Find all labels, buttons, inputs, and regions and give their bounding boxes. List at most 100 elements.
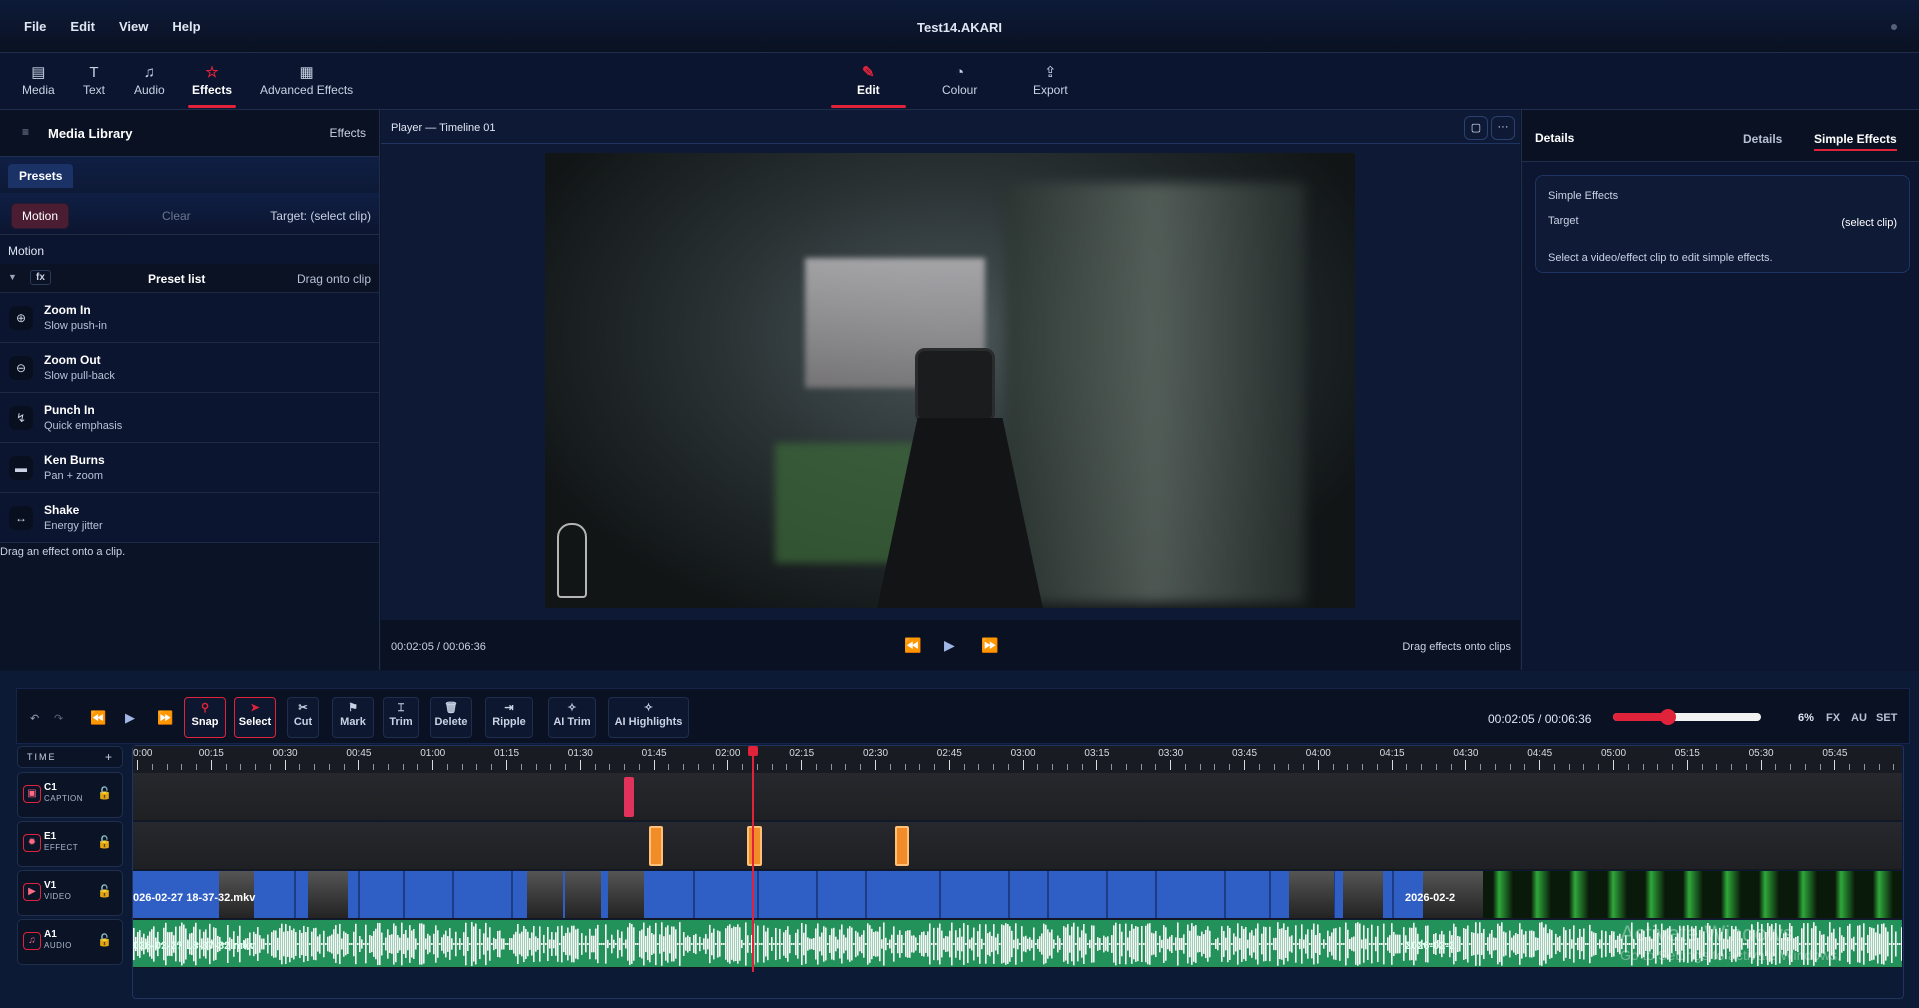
effect-clip[interactable] [895, 826, 910, 866]
waveform-bar [1385, 943, 1387, 945]
preset-item[interactable]: ⊖Zoom OutSlow pull-back [0, 343, 379, 393]
waveform-bar [415, 938, 417, 949]
preset-item[interactable]: ↯Punch InQuick emphasis [0, 393, 379, 443]
fullscreen-button[interactable]: ▢ [1464, 116, 1488, 140]
tab-details[interactable]: Details [1743, 132, 1782, 146]
playhead-handle[interactable] [748, 746, 758, 756]
undo-button[interactable]: ↶ [30, 712, 39, 725]
track-lane-c1[interactable] [133, 773, 1902, 821]
audio-clip-label: 026-02-27 18-37-32.mkv [133, 940, 255, 952]
video-preview[interactable] [545, 153, 1355, 608]
mode-colour[interactable]: ◔Colour [942, 63, 977, 97]
fx-toggle[interactable]: FX [1826, 712, 1840, 724]
caption-clip[interactable] [624, 777, 634, 817]
collapse-icon[interactable]: ▼ [8, 272, 17, 282]
waveform-bar [515, 932, 517, 957]
track-header-e1[interactable]: ✹E1EFFECT🔓 [17, 821, 123, 867]
waveform-bar [1579, 929, 1581, 959]
track-lane-e1[interactable] [133, 822, 1902, 870]
zoom-slider-thumb[interactable] [1660, 709, 1676, 725]
waveform-bar [1775, 923, 1777, 965]
add-track-button[interactable]: + [105, 750, 112, 764]
mark-tool-button[interactable]: ⚑Mark [332, 697, 374, 738]
toolbar-audio[interactable]: ♫Audio [134, 63, 165, 97]
waveform-bar [1267, 943, 1269, 945]
waveform-bar [1033, 927, 1035, 960]
waveform-bar [685, 937, 687, 950]
waveform-bar [775, 928, 777, 960]
lock-icon[interactable]: 🔓 [97, 933, 112, 947]
mode-export[interactable]: ⇪Export [1033, 63, 1068, 97]
track-header-a1[interactable]: ♫A1AUDIO🔓 [17, 919, 123, 965]
waveform-bar [1087, 943, 1089, 945]
track-id: E1 [44, 831, 56, 842]
waveform-bar [305, 932, 307, 956]
toolbar-text[interactable]: TText [83, 63, 105, 97]
track-lane-a1[interactable]: 026-02-27 18-37-32.mkv2026-02-2 [133, 920, 1902, 968]
tab-simple-effects[interactable]: Simple Effects [1814, 132, 1897, 151]
waveform-bar [717, 930, 719, 957]
ripple-tool-button[interactable]: ⇥Ripple [485, 697, 533, 738]
toolbar-effects[interactable]: ☆Effects [192, 63, 232, 97]
waveform-bar [259, 935, 261, 953]
ruler-minor-tick [196, 764, 197, 770]
video-thumbnail [308, 871, 348, 919]
menu-icon[interactable]: ≡ [22, 125, 29, 139]
waveform-bar [475, 924, 477, 965]
track-header-c1[interactable]: ▣C1CAPTION🔓 [17, 772, 123, 818]
zoom-slider[interactable] [1613, 713, 1761, 721]
rewind-button[interactable]: ⏪ [904, 637, 921, 654]
mode-edit[interactable]: ✎Edit [857, 63, 880, 97]
effect-clip[interactable] [649, 826, 664, 866]
menu-file[interactable]: File [24, 19, 46, 34]
delete-tool-button[interactable]: 🗑Delete [430, 697, 472, 738]
more-options-button[interactable]: ··· [1491, 116, 1515, 140]
waveform-bar [1757, 922, 1759, 966]
cut-tool-button[interactable]: ✂Cut [287, 697, 319, 738]
tl-rewind-button[interactable]: ⏪ [90, 710, 106, 726]
waveform-bar [289, 926, 291, 962]
menu-view[interactable]: View [119, 19, 148, 34]
clear-button[interactable]: Clear [162, 209, 191, 223]
effect-clip[interactable] [747, 826, 762, 866]
waveform-bar [541, 943, 543, 945]
ruler-label: 03:30 [1158, 748, 1183, 759]
au-toggle[interactable]: AU [1851, 712, 1867, 724]
trim-tool-button[interactable]: ⌶Trim [383, 697, 419, 738]
track-lane-v1[interactable]: 026-02-27 18-37-32.mkv2026-02-2 [133, 871, 1902, 919]
fast-forward-button[interactable]: ⏩ [981, 637, 998, 654]
presets-tab[interactable]: Presets [8, 164, 73, 188]
preset-item[interactable]: ▬Ken BurnsPan + zoom [0, 443, 379, 493]
ai-highlights-tool-button[interactable]: ✧AI Highlights [608, 697, 689, 738]
preset-item[interactable]: ⊕Zoom InSlow push-in [0, 293, 379, 343]
waveform-bar [397, 935, 399, 953]
preset-item[interactable]: ↔ShakeEnergy jitter [0, 493, 379, 543]
toolbar-advanced-effects[interactable]: ▦Advanced Effects [260, 63, 353, 97]
menu-help[interactable]: Help [172, 19, 200, 34]
play-button[interactable]: ▶ [944, 637, 955, 654]
waveform-bar [1891, 925, 1893, 963]
tl-play-button[interactable]: ▶ [125, 710, 135, 726]
playhead[interactable] [752, 746, 754, 972]
snap-tool-button[interactable]: ⚲Snap [184, 697, 226, 738]
waveform-bar [561, 926, 563, 963]
redo-button[interactable]: ↷ [54, 712, 63, 725]
waveform-bar [267, 935, 269, 954]
lock-icon[interactable]: 🔓 [97, 835, 112, 849]
ai-trim-tool-button[interactable]: ✧AI Trim [548, 697, 596, 738]
waveform-bar [1651, 939, 1653, 950]
ruler-minor-tick [1849, 764, 1850, 770]
select-tool-button[interactable]: ➤Select [234, 697, 276, 738]
lock-icon[interactable]: 🔓 [97, 786, 112, 800]
motion-category-button[interactable]: Motion [11, 203, 69, 229]
toolbar-media[interactable]: ▤Media [22, 63, 55, 97]
lock-icon[interactable]: 🔓 [97, 884, 112, 898]
time-ruler[interactable]: 0:0000:1500:3000:4501:0001:1501:3001:450… [133, 746, 1902, 773]
settings-toggle[interactable]: SET [1876, 712, 1897, 724]
tl-forward-button[interactable]: ⏩ [157, 710, 173, 726]
track-header-v1[interactable]: ▶V1VIDEO🔓 [17, 870, 123, 916]
waveform-bar [1663, 930, 1665, 958]
effects-tab[interactable]: Effects [330, 126, 366, 140]
menu-edit[interactable]: Edit [70, 19, 95, 34]
waveform-bar [1059, 938, 1061, 950]
